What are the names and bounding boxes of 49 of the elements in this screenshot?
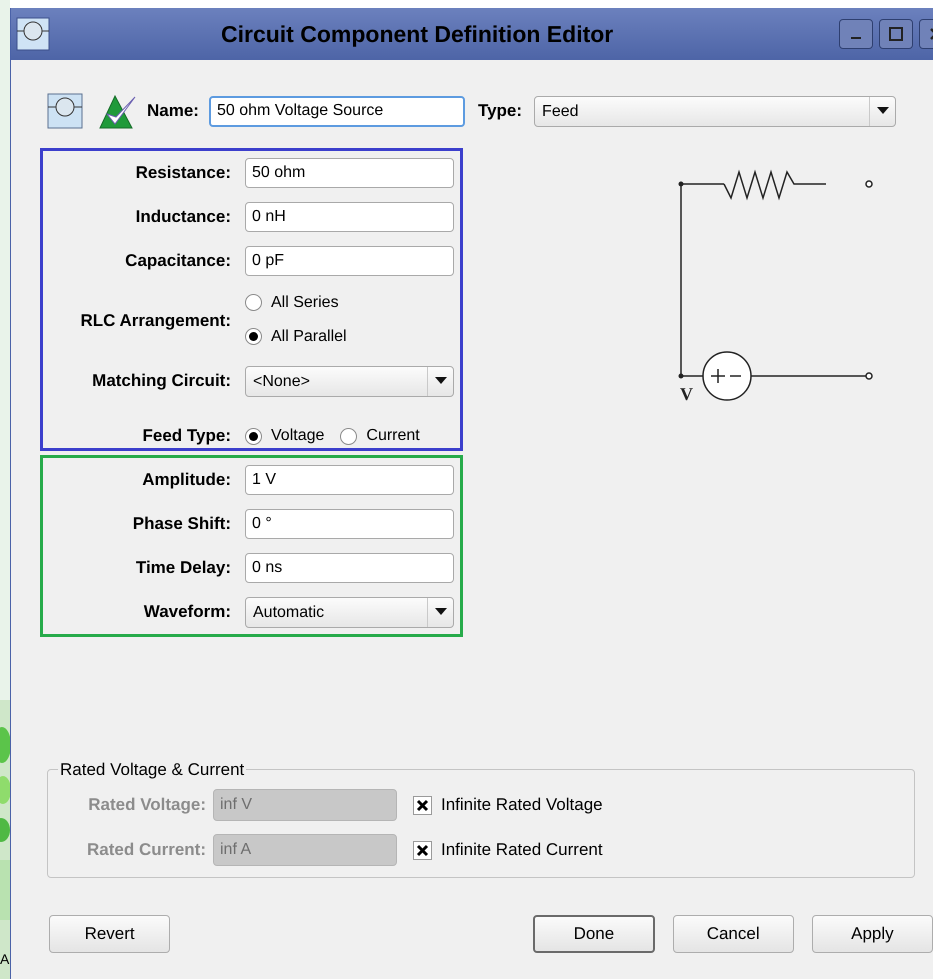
minimize-button[interactable]	[839, 19, 873, 49]
minimize-icon	[851, 37, 861, 39]
field-label: Phase Shift:	[132, 513, 231, 536]
radio-button[interactable]: All Series	[245, 290, 339, 314]
dialog-button[interactable]: Cancel	[672, 914, 794, 952]
checkmark-x-icon	[416, 798, 429, 812]
text-field[interactable]: 50 ohm	[245, 158, 454, 188]
dropdown-arrow-icon	[434, 608, 446, 616]
text-field[interactable]: 0 °	[245, 509, 454, 539]
dropdown[interactable]: Feed	[534, 96, 896, 126]
field-label: Capacitance:	[124, 250, 231, 272]
text-field: inf A	[213, 834, 397, 866]
text-field[interactable]: 0 ns	[245, 553, 454, 583]
text-field[interactable]: 0 pF	[245, 246, 454, 276]
component-icon	[47, 93, 83, 129]
dropdown[interactable]: Automatic	[245, 596, 454, 628]
app-icon	[16, 17, 50, 51]
field-label: Matching Circuit:	[91, 370, 231, 392]
group-title: Rated Voltage & Current	[59, 759, 246, 781]
dropdown-arrow-icon	[876, 107, 889, 115]
dropdown-arrow-icon	[434, 377, 446, 385]
field-label: Rated Voltage:	[87, 794, 206, 816]
field-label: Rated Current:	[86, 839, 206, 862]
type-label: Type:	[478, 100, 522, 122]
field-label: Inductance:	[134, 206, 231, 228]
radio-button[interactable]: Current	[340, 424, 420, 448]
node-label: V	[680, 384, 693, 404]
maximize-icon	[889, 27, 903, 41]
window-title: Circuit Component Definition Editor	[221, 21, 614, 47]
name-label: Name:	[147, 100, 199, 122]
dialog-button[interactable]: Revert	[49, 914, 170, 952]
text-field[interactable]: 0 nH	[245, 202, 454, 232]
field-label: Time Delay:	[134, 557, 231, 580]
text-field[interactable]: 1 V	[245, 465, 454, 495]
radio-button[interactable]: All Parallel	[245, 324, 347, 348]
maximize-button[interactable]	[879, 19, 913, 49]
field-label: Resistance:	[134, 162, 231, 184]
dialog-button[interactable]: Apply	[812, 914, 933, 952]
field-label: RLC Arrangement:	[80, 310, 231, 332]
field-label: Waveform:	[142, 601, 231, 624]
background-text: A	[0, 950, 10, 968]
text-field: inf V	[213, 789, 397, 821]
field-label: Feed Type:	[142, 425, 231, 447]
name-field[interactable]: 50 ohm Voltage Source	[208, 96, 465, 126]
dropdown[interactable]: <None>	[245, 366, 454, 396]
dialog-button[interactable]: Done	[533, 914, 655, 952]
checkmark-x-icon	[416, 844, 429, 856]
radio-button[interactable]: Voltage	[245, 424, 324, 448]
field-label: Amplitude:	[141, 469, 231, 492]
